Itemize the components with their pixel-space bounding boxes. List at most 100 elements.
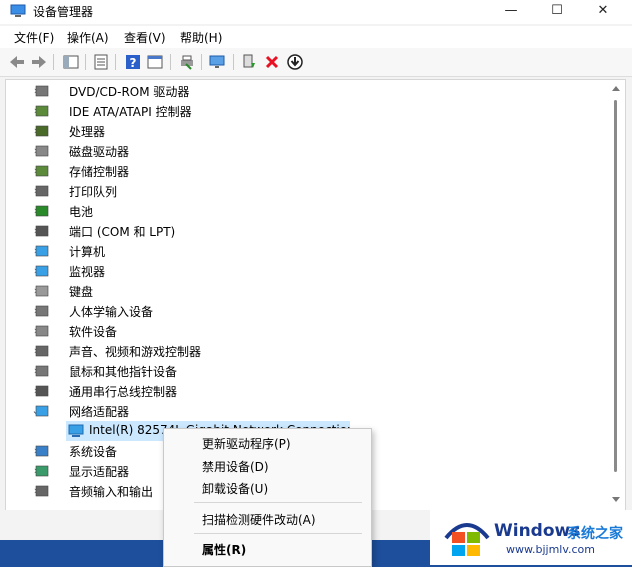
tree-node[interactable]: ›磁盘驱动器 xyxy=(6,141,606,161)
tree-node-label: 通用串行总线控制器 xyxy=(69,385,178,399)
hid-icon xyxy=(35,305,49,317)
help-icon[interactable]: ? xyxy=(124,53,142,71)
disk-drive-icon xyxy=(35,145,49,157)
properties-icon[interactable] xyxy=(92,53,110,71)
menu-view[interactable]: 查看(V) xyxy=(124,29,166,46)
dvd-drive-icon xyxy=(35,85,49,97)
tree-node[interactable]: ›电池 xyxy=(6,201,606,221)
menu-help[interactable]: 帮助(H) xyxy=(180,29,222,46)
battery-icon xyxy=(35,205,49,217)
delete-icon[interactable] xyxy=(263,53,281,71)
tree-node[interactable]: ›鼠标和其他指针设备 xyxy=(6,361,606,381)
toolbar: ? xyxy=(0,48,632,77)
toolbar-separator xyxy=(233,54,234,70)
tree-node-label: DVD/CD-ROM 驱动器 xyxy=(69,85,190,99)
watermark-url: www.bjjmlv.com xyxy=(506,543,595,556)
tree-node-label: 处理器 xyxy=(69,125,106,139)
printer-icon xyxy=(35,185,49,197)
watermark: Windows 系统之家 www.bjjmlv.com xyxy=(430,510,632,565)
tree-node[interactable]: ›软件设备 xyxy=(6,321,606,341)
scroll-up-arrow-icon[interactable] xyxy=(612,86,620,91)
tree-node[interactable]: ›端口 (COM 和 LPT) xyxy=(6,221,606,241)
view-icon[interactable] xyxy=(146,53,164,71)
menu-separator xyxy=(194,533,362,534)
tree-node-label: 磁盘驱动器 xyxy=(69,145,130,159)
tree-node[interactable]: ›声音、视频和游戏控制器 xyxy=(6,341,606,361)
tree-node[interactable]: ›键盘 xyxy=(6,281,606,301)
tree-node[interactable]: ›DVD/CD-ROM 驱动器 xyxy=(6,81,606,101)
download-icon[interactable] xyxy=(286,53,304,71)
ide-controller-icon xyxy=(35,105,49,117)
tree-node[interactable]: ›处理器 xyxy=(6,121,606,141)
mouse-icon xyxy=(35,365,49,377)
tree-node-label: 电池 xyxy=(69,205,94,219)
processor-icon xyxy=(35,125,49,137)
menu-uninstall-device[interactable]: 卸载设备(U) xyxy=(202,480,268,497)
toolbar-separator xyxy=(115,54,116,70)
tree-node-label: 系统设备 xyxy=(69,445,118,459)
tree-node[interactable]: ›存储控制器 xyxy=(6,161,606,181)
port-icon xyxy=(35,225,49,237)
tree-node[interactable]: ›IDE ATA/ATAPI 控制器 xyxy=(6,101,606,121)
toolbar-separator xyxy=(170,54,171,70)
menu-properties[interactable]: 属性(R) xyxy=(202,541,246,558)
windows-logo-icon xyxy=(444,523,490,556)
tree-node-label: 键盘 xyxy=(69,285,94,299)
computer-icon xyxy=(35,245,49,257)
vertical-scrollbar[interactable] xyxy=(608,79,626,511)
usb-icon xyxy=(35,385,49,397)
tree-node-label: 声音、视频和游戏控制器 xyxy=(69,345,202,359)
tree-node-label: 音频输入和输出 xyxy=(69,485,154,499)
toolbar-separator xyxy=(53,54,54,70)
forward-arrow-icon[interactable] xyxy=(30,53,48,71)
keyboard-icon xyxy=(35,285,49,297)
tree-node[interactable]: ›通用串行总线控制器 xyxy=(6,381,606,401)
tree-node[interactable]: ›监视器 xyxy=(6,261,606,281)
minimize-button[interactable]: — xyxy=(488,0,534,24)
tree-node[interactable]: ›人体学输入设备 xyxy=(6,301,606,321)
minimize-icon: — xyxy=(504,3,518,18)
context-menu: 更新驱动程序(P) 禁用设备(D) 卸载设备(U) 扫描检测硬件改动(A) 属性… xyxy=(163,428,372,567)
toolbar-separator xyxy=(201,54,202,70)
monitor-icon xyxy=(35,265,49,277)
update-driver-icon[interactable] xyxy=(240,53,258,71)
tree-node-label: 人体学输入设备 xyxy=(69,305,154,319)
close-button[interactable]: ✕ xyxy=(580,0,626,24)
tree-node[interactable]: ›打印队列 xyxy=(6,181,606,201)
audio-io-icon xyxy=(35,485,49,497)
tree-node-label: 端口 (COM 和 LPT) xyxy=(69,225,176,239)
scroll-down-arrow-icon[interactable] xyxy=(612,497,620,502)
tree-node-label: 显示适配器 xyxy=(69,465,130,479)
tree-node-label: 监视器 xyxy=(69,265,106,279)
network-adapter-icon xyxy=(35,405,49,417)
menu-scan-hardware[interactable]: 扫描检测硬件改动(A) xyxy=(202,511,316,528)
tree-node[interactable]: ⌄网络适配器 xyxy=(6,401,606,421)
menu-disable-device[interactable]: 禁用设备(D) xyxy=(202,458,269,475)
maximize-icon: ☐ xyxy=(551,3,563,18)
monitor-scan-icon[interactable] xyxy=(208,53,226,71)
scrollbar-thumb[interactable] xyxy=(614,100,617,472)
tree-node-label: 存储控制器 xyxy=(69,165,130,179)
tree-node-label: 鼠标和其他指针设备 xyxy=(69,365,178,379)
display-adapter-icon xyxy=(35,465,49,477)
menu-file[interactable]: 文件(F) xyxy=(14,29,54,46)
device-manager-icon xyxy=(10,4,26,17)
menu-separator xyxy=(194,502,362,503)
tree-node-label: IDE ATA/ATAPI 控制器 xyxy=(69,105,192,119)
toolbar-separator xyxy=(85,54,86,70)
system-device-icon xyxy=(35,445,49,457)
show-hide-tree-icon[interactable] xyxy=(62,53,80,71)
menu-update-driver[interactable]: 更新驱动程序(P) xyxy=(202,435,291,452)
watermark-brand-cn: 系统之家 xyxy=(567,526,623,542)
close-icon: ✕ xyxy=(597,3,609,18)
menu-bar: 文件(F) 操作(A) 查看(V) 帮助(H) xyxy=(0,26,632,48)
tree-node-label: 计算机 xyxy=(69,245,106,259)
maximize-button[interactable]: ☐ xyxy=(534,0,580,24)
menu-action[interactable]: 操作(A) xyxy=(67,29,109,46)
software-device-icon xyxy=(35,325,49,337)
back-arrow-icon[interactable] xyxy=(8,53,26,71)
print-icon[interactable] xyxy=(178,53,196,71)
network-adapter-icon xyxy=(68,424,84,437)
tree-node-label: 软件设备 xyxy=(69,325,118,339)
tree-node[interactable]: ›计算机 xyxy=(6,241,606,261)
